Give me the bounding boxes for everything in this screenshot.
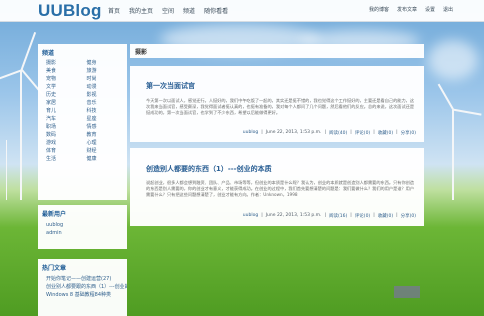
category-item[interactable]: 音乐 [87,100,128,107]
post-author[interactable]: uublog [243,213,258,219]
hot-post-item[interactable]: 创业别人都要跟的东西（1）---创业的本质 [46,283,127,291]
hot-posts-title: 热门文章 [42,265,67,272]
post-title[interactable]: 创造别人都要的东西（1）---创业的本质 [146,164,272,174]
main-nav: 首页 我的主页 空间 频道 随你看看 [108,6,237,15]
user-item[interactable]: uublog [46,221,127,229]
category-item[interactable]: 宠物 [46,76,87,83]
nav-my-home[interactable]: 我的主页 [129,6,153,15]
category-item[interactable]: 汽车 [46,116,87,123]
latest-users-list: uublog admin [38,218,127,237]
post-share[interactable]: 分享(0) [401,130,416,136]
my-blog-link[interactable]: 我的博客 [369,6,389,13]
category-item[interactable]: 心理 [87,140,128,147]
category-item[interactable]: 体育 [46,148,87,155]
channel-title: 摄影 [135,49,148,56]
post-author[interactable]: uublog [243,130,258,136]
category-item[interactable]: 美食 [46,68,87,75]
post-share[interactable]: 分享(0) [401,213,416,219]
user-item[interactable]: admin [46,229,127,237]
post-reads[interactable]: 阅读(40) [329,130,347,136]
category-item[interactable]: 健康 [87,156,128,163]
category-item[interactable]: 数码 [46,132,87,139]
post-likes[interactable]: 收藏(0) [378,130,393,136]
hot-post-item[interactable]: Windows 8 基础教程84种类 [46,291,127,299]
sidebar-latest-users: 最新用户 uublog admin [38,205,127,249]
categories-title: 频道 [42,50,55,57]
category-item[interactable]: 生活 [46,156,87,163]
post-date: June 22, 2013, 1:53 p.m. [265,213,322,218]
post-excerpt: 今天第一次以面试人，感觉还行。人挺好的，我们中午吃饭了一起的，其实还是挺不错的，… [146,98,414,116]
post-comments[interactable]: 评论(0) [355,213,370,219]
category-item[interactable]: 动漫 [87,84,128,91]
post-meta: uublog | June 22, 2013, 1:53 p.m. | 阅读(16)… [242,213,416,219]
post-title[interactable]: 第一次当面试官 [146,81,195,91]
category-item[interactable]: 摄影 [46,60,87,67]
post-card: 第一次当面试官 今天第一次以面试人，感觉还行。人挺好的，我们中午吃饭了一起的，其… [130,66,424,142]
wind-turbine-graphic-right [428,0,484,200]
logout-link[interactable]: 退出 [443,6,453,13]
category-item[interactable]: 职场 [46,124,87,131]
site-logo[interactable]: UUBlog [38,1,102,21]
category-item[interactable]: 星座 [87,116,128,123]
latest-users-title: 最新用户 [42,211,67,218]
post-meta: uublog | June 22, 2013, 1:53 p.m. | 阅读(40)… [242,130,416,136]
channel-header: 摄影 [130,44,424,58]
sidebar-hot-posts: 热门文章 开始你笔记——创建运营(27) 创业别人都要跟的东西（1）---创业的… [38,259,127,316]
nav-home[interactable]: 首页 [108,6,120,15]
category-item[interactable]: 影视 [87,92,128,99]
post-comments[interactable]: 评论(0) [355,130,370,136]
nav-browse[interactable]: 随你看看 [204,6,228,15]
category-item[interactable]: 育儿 [46,108,87,115]
user-links: 我的博客 发布文章 设置 退出 [361,6,453,13]
hot-posts-list: 开始你笔记——创建运营(27) 创业别人都要跟的东西（1）---创业的本质 Wi… [38,272,127,299]
publish-link[interactable]: 发布文章 [397,6,417,13]
post-likes[interactable]: 收藏(0) [378,213,393,219]
nav-channel[interactable]: 频道 [183,6,195,15]
post-date: June 22, 2013, 1:53 p.m. [265,130,322,135]
settings-link[interactable]: 设置 [425,6,435,13]
post-card: 创造别人都要的东西（1）---创业的本质 说起创业，很多人都会想到融资、团队、产… [130,148,424,226]
category-item[interactable]: 科技 [87,108,128,115]
category-list: 摄影 健身 美食 旅游 宠物 时尚 文学 动漫 历史 影视 家居 音乐 育儿 科… [38,57,127,163]
post-excerpt: 说起创业，很多人都会想到融资、团队、产品、市场等等，但创业的本质是什么呢？我认为… [146,180,414,198]
category-item[interactable]: 财经 [87,148,128,155]
category-item[interactable]: 教育 [87,132,128,139]
hot-post-item[interactable]: 开始你笔记——创建运营(27) [46,275,127,283]
overlay-block [394,286,420,298]
wind-turbine-graphic [0,0,45,200]
top-header: UUBlog 首页 我的主页 空间 频道 随你看看 我的博客 发布文章 设置 退… [0,0,484,22]
category-item[interactable]: 健身 [87,60,128,67]
category-item[interactable]: 旅游 [87,68,128,75]
category-item[interactable]: 家居 [46,100,87,107]
nav-space[interactable]: 空间 [162,6,174,15]
category-item[interactable]: 文学 [46,84,87,91]
category-item[interactable]: 情感 [87,124,128,131]
category-item[interactable]: 历史 [46,92,87,99]
category-item[interactable]: 游戏 [46,140,87,147]
sidebar-categories: 频道 摄影 健身 美食 旅游 宠物 时尚 文学 动漫 历史 影视 家居 音乐 育… [38,44,127,200]
post-reads[interactable]: 阅读(16) [329,213,347,219]
category-item[interactable]: 时尚 [87,76,128,83]
